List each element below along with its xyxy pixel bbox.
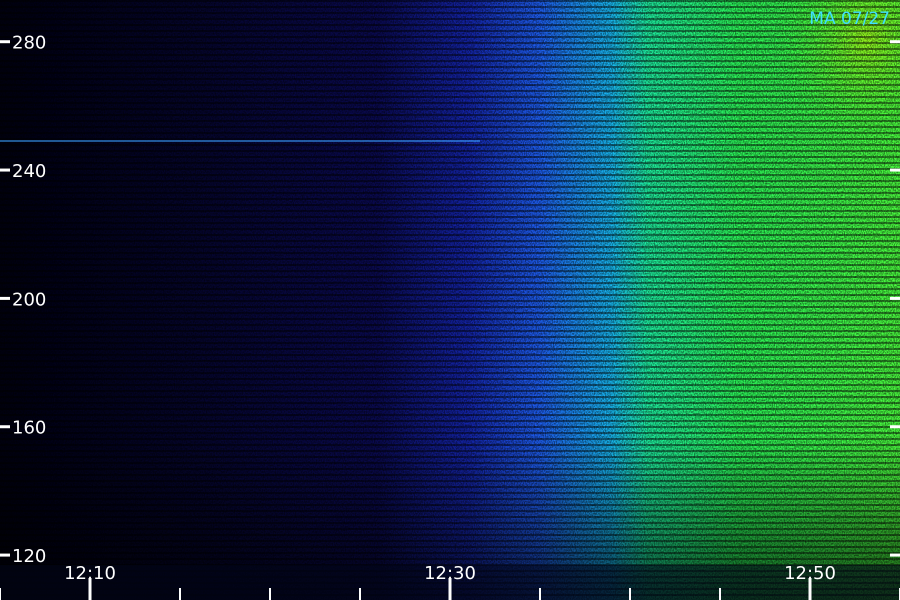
station-label: MA 07/27 <box>809 9 890 29</box>
x-tick-label: 12:50 <box>784 563 836 584</box>
heatmap-noise <box>0 0 900 600</box>
spectral-line <box>0 140 480 142</box>
y-tick-label: 280 <box>12 33 46 54</box>
x-tick-label: 12:30 <box>424 563 476 584</box>
y-tick-label: 160 <box>12 418 46 439</box>
spectrogram-chart: 120 160 200 240 280 12:10 12:30 12:50 MA 07/27 <box>0 0 900 600</box>
y-tick-label: 200 <box>12 289 46 310</box>
spectrum-heatmap <box>0 0 900 600</box>
y-tick-label: 240 <box>12 161 46 182</box>
y-tick-label: 120 <box>12 546 46 567</box>
x-tick-label: 12:10 <box>64 563 116 584</box>
